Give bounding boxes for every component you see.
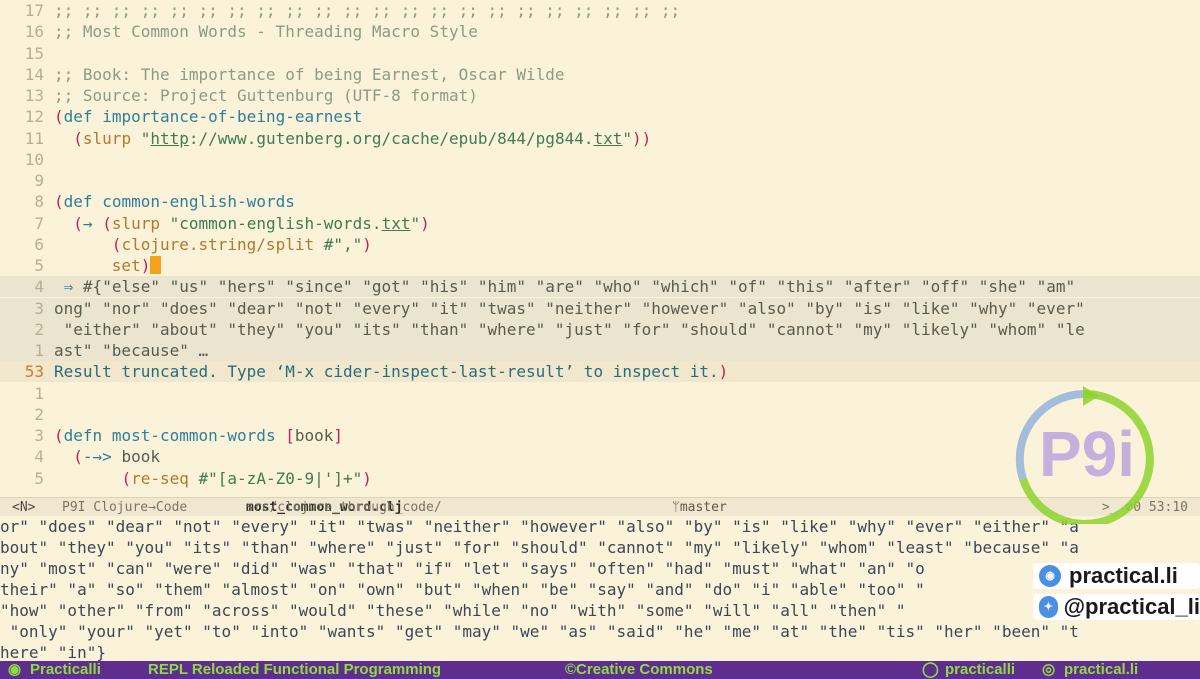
footer-bar: ◉ Practicalli REPL Reloaded Functional P… <box>0 661 1200 679</box>
project-name: P9I Clojure→Code <box>62 500 188 515</box>
code-text: (→ (slurp "common-english-words.txt") <box>73 213 430 233</box>
line-number: 5 <box>34 256 44 275</box>
path-prefix: src/clojure_through_code/ <box>246 500 442 515</box>
code-text: ;; Most Common Words - Threading Macro S… <box>54 22 478 42</box>
evil-state: <N> <box>12 500 36 515</box>
buffer-path: src/clojure_through_code/most_common_wor… <box>246 498 442 517</box>
code-text: ;; Book: The importance of being Earnest… <box>54 64 565 84</box>
code-text: ;; ;; ;; ;; ;; ;; ;; ;; ;; ;; ;; ;; ;; ;… <box>54 1 681 20</box>
line-number: 6 <box>34 234 44 254</box>
line-number: 1 <box>34 341 44 360</box>
code-text: ast" "because" … <box>54 341 209 360</box>
site-name: practical.li <box>1069 563 1178 588</box>
repl-line: ny" "most" "can" "were" "did" "was" "tha… <box>0 559 925 578</box>
line-number: 8 <box>34 192 44 212</box>
code-text: set) <box>54 256 162 275</box>
line-number: 12 <box>24 107 44 127</box>
code-text: (-→> book <box>73 447 160 467</box>
code-line[interactable]: 6 (clojure.string/split #",") <box>0 234 1200 255</box>
practicalli-icon: ◉ <box>8 661 22 678</box>
web-icon: ◎ <box>1042 661 1056 678</box>
site-badge: ◉ practical.li <box>1033 563 1200 589</box>
line-number: 3 <box>34 298 44 318</box>
footer-title: REPL Reloaded Functional Programming <box>148 661 442 678</box>
code-line[interactable]: 13 ;; Source: Project Guttenburg (UTF-8 f… <box>0 85 1200 106</box>
code-line[interactable]: 14 ;; Book: The importance of being Earne… <box>0 64 1200 85</box>
line-number: 14 <box>24 64 44 84</box>
line-number: 13 <box>24 86 44 105</box>
github-icon: ◯ <box>922 661 939 678</box>
code-text: Result truncated. Type ‘M-x cider-inspec… <box>54 362 729 382</box>
line-number: 3 <box>34 426 44 445</box>
git-branch: ᛘ master <box>672 500 727 515</box>
code-text: (clojure.string/split #",") <box>111 234 372 254</box>
line-number: 7 <box>34 213 44 233</box>
twitter-handle: @practical_li <box>1063 594 1200 619</box>
code-line[interactable]: 8 (def common-english-words <box>0 191 1200 212</box>
repl-line: bout" "they" "you" "its" "than" "where" … <box>0 538 1079 557</box>
footer-brand: Practicalli <box>30 661 101 678</box>
code-line[interactable]: 3 ong" "nor" "does" "dear" "not" "every" … <box>0 297 1200 319</box>
code-text: (re-seq #"[a-zA-Z0-9|']+") <box>121 468 372 488</box>
line-number: 15 <box>24 43 44 63</box>
footer-github: practicalli <box>945 661 1016 678</box>
line-number: 2 <box>34 404 44 424</box>
code-text: (def importance-of-being-earnest <box>54 107 363 127</box>
line-number: 11 <box>24 128 44 148</box>
code-text: (defn most-common-words [book] <box>54 426 344 445</box>
code-text: ong" "nor" "does" "dear" "not" "every" "… <box>54 298 1085 318</box>
line-number: 4 <box>34 447 44 467</box>
line-number: 2 <box>34 319 44 339</box>
code-line[interactable]: 5 set) <box>0 255 1200 276</box>
repl-line: "only" "your" "yet" "to" "into" "wants" … <box>0 622 1079 641</box>
footer-license: ©Creative Commons <box>565 661 713 678</box>
repl-output[interactable]: or" "does" "dear" "not" "every" "it" "tw… <box>0 516 1200 661</box>
logo-text: P9i <box>1039 418 1135 490</box>
code-text: "either" "about" "they" "you" "its" "tha… <box>54 319 1085 339</box>
code-text: (slurp "http://www.gutenberg.org/cache/e… <box>73 128 652 148</box>
line-number: 16 <box>24 22 44 42</box>
branch-name: master <box>679 500 727 515</box>
footer-web: practical.li <box>1064 661 1139 678</box>
code-line[interactable]: 7 (→ (slurp "common-english-words.txt") <box>0 213 1200 234</box>
code-line[interactable]: 17 ;; ;; ;; ;; ;; ;; ;; ;; ;; ;; ;; ;; ;;… <box>0 0 1200 21</box>
code-line[interactable]: 12 (def importance-of-being-earnest <box>0 106 1200 127</box>
code-line[interactable]: 1 ast" "because" … <box>0 340 1200 361</box>
code-text: ;; Source: Project Guttenburg (UTF-8 for… <box>54 86 478 105</box>
code-text: ⇒ #{"else" "us" "hers" "since" "got" "hi… <box>63 277 1076 297</box>
repl-line: "how" "other" "from" "across" "would" "t… <box>0 601 906 620</box>
code-line[interactable]: 4 ⇒ #{"else" "us" "hers" "since" "got" "… <box>0 276 1200 298</box>
line-number: 4 <box>34 277 44 297</box>
line-number: 17 <box>24 1 44 20</box>
line-number: 5 <box>34 468 44 488</box>
twitter-icon: ✦ <box>1039 596 1058 618</box>
code-line[interactable]: 11 (slurp "http://www.gutenberg.org/cach… <box>0 128 1200 149</box>
repl-line: here" "in"} <box>0 643 106 661</box>
code-line[interactable]: 15 <box>0 43 1200 64</box>
code-line[interactable]: 2 "either" "about" "they" "you" "its" "t… <box>0 318 1200 340</box>
line-number: 9 <box>34 171 44 190</box>
code-text: (def common-english-words <box>54 192 295 212</box>
repl-line: their" "a" "so" "them" "almost" "on" "ow… <box>0 580 925 599</box>
code-line[interactable]: 10 <box>0 149 1200 170</box>
line-number: 1 <box>34 383 44 403</box>
twitter-badge: ✦ @practical_li <box>1033 594 1200 620</box>
globe-icon: ◉ <box>1039 565 1061 587</box>
code-line[interactable]: 16 ;; Most Common Words - Threading Macro… <box>0 21 1200 42</box>
line-number: 53 <box>24 362 44 382</box>
code-line[interactable]: 9 <box>0 170 1200 191</box>
code-line[interactable]: 53 Result truncated. Type ‘M-x cider-insp… <box>0 361 1200 383</box>
line-number: 10 <box>24 149 44 169</box>
p9i-logo: P9i <box>1015 386 1154 524</box>
